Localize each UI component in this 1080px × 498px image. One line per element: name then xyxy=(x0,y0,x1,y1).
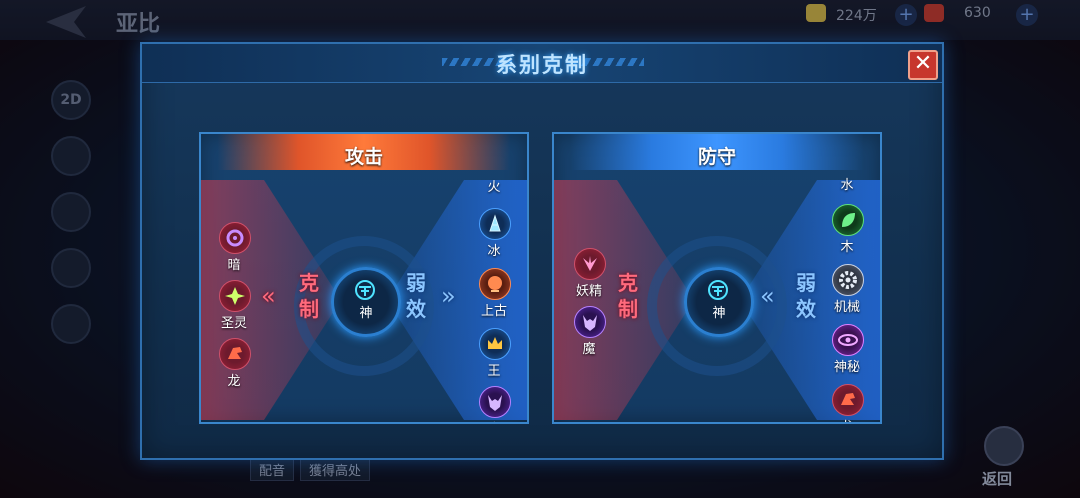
elem-label: 妖精 xyxy=(575,284,602,299)
weak-item-machine[interactable]: 机械 xyxy=(822,264,872,318)
restrain-label: 克制 xyxy=(299,271,319,321)
weak-item-ice[interactable]: 冰 xyxy=(469,208,519,262)
dark-type-icon xyxy=(219,222,251,254)
crown-type-icon xyxy=(479,328,511,360)
restrain-item-dark[interactable]: 暗 xyxy=(209,222,259,276)
modal-title: 系别克制 xyxy=(496,53,588,77)
weak-label: 弱效 xyxy=(796,271,816,321)
dragon-type-icon xyxy=(832,384,864,416)
weak-item-wood[interactable]: 木 xyxy=(822,204,872,258)
elem-label: 王 xyxy=(487,364,501,379)
restrain-item-fairy[interactable]: 妖精 xyxy=(564,248,614,302)
restrain-item-holy[interactable]: 圣灵 xyxy=(209,280,259,334)
weak-item-ancient[interactable]: 上古 xyxy=(469,268,519,322)
restrain-item-demon[interactable]: 魔 xyxy=(564,306,614,360)
elem-label: 火 xyxy=(487,180,501,195)
elem-label: 圣灵 xyxy=(220,316,247,331)
weak-item-king[interactable]: 王 xyxy=(469,328,519,382)
restrain-item-dragon[interactable]: 龙 xyxy=(209,338,259,392)
elem-label: 水 xyxy=(840,178,854,193)
elem-label: 冰 xyxy=(487,244,501,259)
weak-item-mystery[interactable]: 神秘 xyxy=(822,324,872,378)
demon-type-icon xyxy=(574,306,606,338)
ice-type-icon xyxy=(479,208,511,240)
center-label: 神 xyxy=(712,306,726,321)
god-type-icon xyxy=(355,280,375,300)
elem-label: 神秘 xyxy=(833,360,860,375)
weak-chevron-icon: » xyxy=(441,282,456,310)
attack-panel: 攻击 克制 « 弱效 » 神 暗 圣灵 龙 火 冰 上古 王 xyxy=(199,132,529,424)
close-button[interactable]: ✕ xyxy=(908,50,938,80)
elem-label: 木 xyxy=(840,240,854,255)
defense-panel: 防守 克制 弱效 « 神 妖精 魔 水 木 机械 神秘 xyxy=(552,132,882,424)
elem-label: 龙 xyxy=(822,416,872,422)
center-label: 神 xyxy=(359,306,373,321)
demon-type-icon xyxy=(479,386,511,418)
holy-type-icon xyxy=(219,280,251,312)
weak-chevron-icon: « xyxy=(760,282,775,310)
weak-label: 弱效 xyxy=(406,271,426,321)
ancient-type-icon xyxy=(479,268,511,300)
elem-label: 暗 xyxy=(227,258,241,273)
elem-label: 上古 xyxy=(480,304,507,319)
leaf-type-icon xyxy=(832,204,864,236)
weak-item-dragon[interactable]: 龙 xyxy=(822,384,872,422)
restrain-label: 克制 xyxy=(618,271,638,321)
elem-label: 魔 xyxy=(469,418,519,422)
god-type-node[interactable]: 神 xyxy=(331,267,401,337)
god-type-icon xyxy=(708,280,728,300)
fairy-type-icon xyxy=(574,248,606,280)
restrain-chevron-icon: « xyxy=(261,282,276,310)
elem-label: 机械 xyxy=(833,300,860,315)
elem-label: 龙 xyxy=(227,374,241,389)
eye-type-icon xyxy=(832,324,864,356)
elem-label: 魔 xyxy=(582,342,596,357)
weak-item-demon[interactable]: 魔 xyxy=(469,386,519,422)
god-type-node[interactable]: 神 xyxy=(684,267,754,337)
gear-type-icon xyxy=(832,264,864,296)
modal-header: 系别克制 ✕ xyxy=(142,44,942,83)
dragon-type-icon xyxy=(219,338,251,370)
